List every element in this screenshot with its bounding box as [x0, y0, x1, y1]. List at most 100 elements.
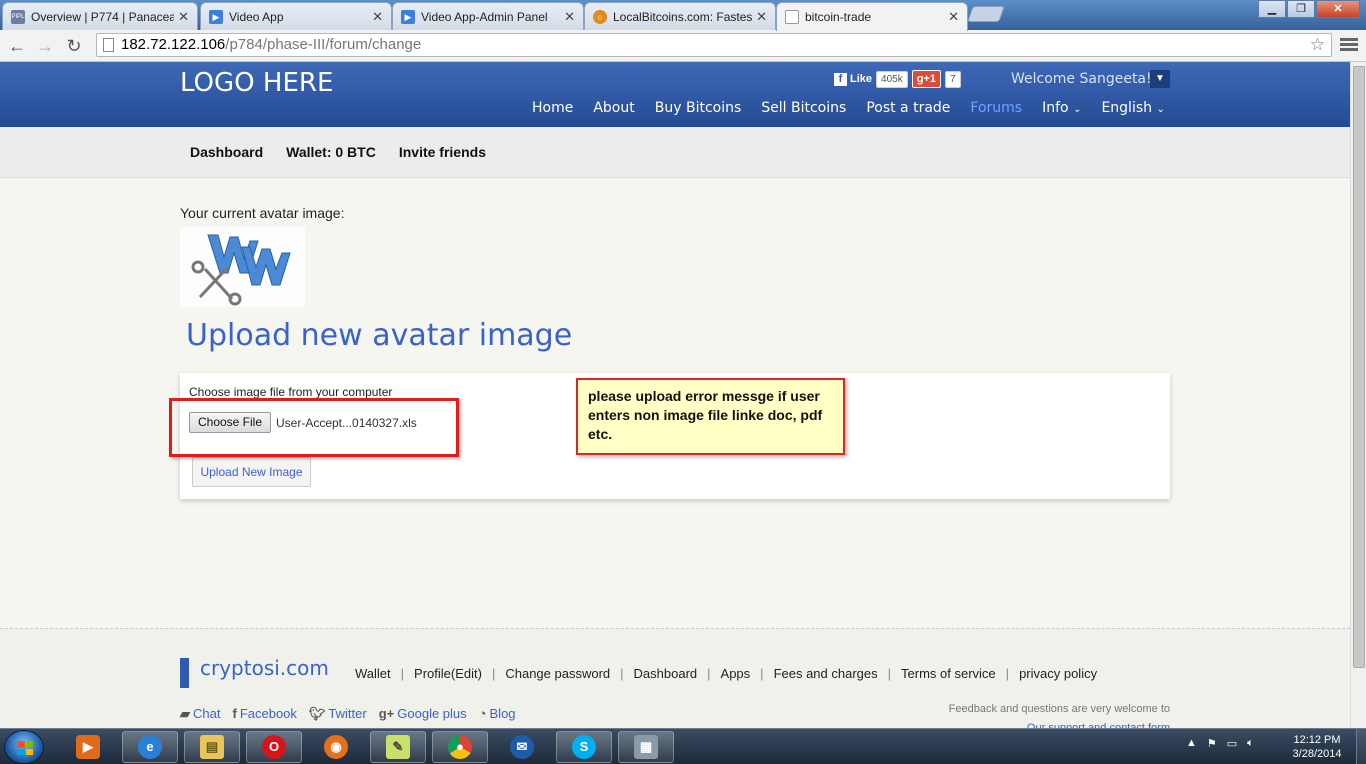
pipl-icon: PIPL [11, 9, 25, 24]
tab-localbitcoins[interactable]: ○ LocalBitcoins.com: Fastest ✕ [584, 2, 776, 30]
support-contact-link[interactable]: Our support and contact form [880, 719, 1170, 728]
maximize-button[interactable]: ❐ [1287, 0, 1315, 18]
internet-explorer-icon[interactable]: e [122, 731, 178, 763]
vertical-scrollbar[interactable] [1350, 62, 1366, 728]
user-menu-chevron-icon[interactable]: ▼ [1150, 70, 1170, 88]
footer-link-wallet[interactable]: Wallet [355, 666, 391, 681]
url-bar[interactable]: 182.72.122.106/p784/phase-III/forum/chan… [96, 33, 1332, 57]
twitter-label: Twitter [328, 706, 367, 721]
tab-video-app[interactable]: ▶ Video App ✕ [200, 2, 392, 30]
separator: | [760, 666, 764, 681]
www-tools-illustration [180, 227, 305, 307]
system-clock[interactable]: 12:12 PM 3/28/2014 [1288, 733, 1346, 761]
video-icon: ▶ [401, 9, 415, 24]
file-explorer-icon[interactable]: ▤ [184, 731, 240, 763]
bookmark-star-icon[interactable]: ☆ [1310, 34, 1325, 56]
footer-link-googleplus[interactable]: g+ Google plus [379, 706, 467, 722]
chat-icon: ▰ [180, 706, 190, 721]
footer-link-dashboard[interactable]: Dashboard [634, 666, 698, 681]
video-icon: ▶ [209, 9, 223, 24]
footer-link-profile[interactable]: Profile(Edit) [414, 666, 482, 681]
tab-video-admin[interactable]: ▶ Video App-Admin Panel ✕ [392, 2, 584, 30]
footer-link-twitter[interactable]: 🐦︎ Twitter [309, 706, 367, 722]
network-icon[interactable]: ▭ [1227, 737, 1237, 750]
avatar-label: Your current avatar image: [180, 205, 345, 221]
browser-menu-icon[interactable] [1340, 36, 1358, 54]
footer-link-fees[interactable]: Fees and charges [774, 666, 878, 681]
footer-links: Wallet | Profile(Edit) | Change password | … [355, 666, 1097, 681]
nav-home[interactable]: Home [532, 100, 573, 116]
close-icon[interactable]: ✕ [178, 9, 189, 25]
firefox-icon[interactable]: ◉ [308, 731, 364, 763]
facebook-icon: f [834, 72, 847, 86]
footer-link-apps[interactable]: Apps [721, 666, 751, 681]
separator: | [887, 666, 892, 681]
tab-bitcoin-trade[interactable]: bitcoin-trade ✕ [776, 2, 968, 31]
opera-icon[interactable]: O [246, 731, 302, 763]
footer-link-privacy[interactable]: privacy policy [1019, 666, 1097, 681]
annotation-highlight-box [169, 398, 459, 457]
back-arrow-icon[interactable]: ← [6, 35, 28, 57]
nav-forums[interactable]: Forums [970, 100, 1022, 116]
forward-arrow-icon[interactable]: → [34, 35, 56, 57]
page-icon [785, 10, 799, 24]
site-logo[interactable]: LOGO HERE [180, 68, 333, 98]
footer-link-facebook[interactable]: f Facebook [232, 706, 296, 722]
subnav-dashboard[interactable]: Dashboard [190, 144, 263, 160]
close-icon[interactable]: ✕ [564, 9, 575, 25]
feedback-line: Feedback and questions are very welcome … [948, 703, 1170, 715]
footer-brand[interactable]: cryptosi.com [200, 656, 329, 680]
action-center-icon[interactable]: ⚑ [1207, 737, 1217, 750]
facebook-like-button[interactable]: f Like [834, 72, 873, 86]
close-icon[interactable]: ✕ [948, 9, 959, 25]
subnav-invite-friends[interactable]: Invite friends [399, 144, 486, 160]
close-icon[interactable]: ✕ [756, 9, 767, 25]
footer-link-terms[interactable]: Terms of service [901, 666, 996, 681]
url-host: 182.72.122.106 [121, 36, 226, 53]
google-plus-button[interactable]: g+1 [911, 70, 941, 88]
tab-overview[interactable]: PIPL Overview | P774 | Panacea ✕ [2, 2, 198, 30]
subnav-wallet[interactable]: Wallet: 0 BTC [286, 144, 376, 160]
googleplus-icon: g+ [378, 706, 395, 721]
chrome-icon[interactable]: ● [432, 731, 488, 763]
start-button[interactable] [4, 730, 44, 764]
nav-post-a-trade[interactable]: Post a trade [866, 100, 950, 116]
volume-icon[interactable]: 🔈︎ [1247, 737, 1254, 750]
nav-buy-bitcoins[interactable]: Buy Bitcoins [655, 100, 742, 116]
footer-link-chat[interactable]: ▰ Chat [180, 706, 220, 722]
footer-link-change-password[interactable]: Change password [505, 666, 610, 681]
reload-icon[interactable]: ↻ [63, 35, 85, 57]
current-avatar-image [180, 227, 305, 307]
separator: | [707, 666, 711, 681]
nav-language[interactable]: English ⌄ [1101, 100, 1164, 116]
close-icon[interactable]: ✕ [372, 9, 383, 25]
scrollbar-thumb[interactable] [1353, 66, 1365, 668]
nav-sell-bitcoins[interactable]: Sell Bitcoins [761, 100, 846, 116]
notes-icon[interactable]: ✎ [370, 731, 426, 763]
choose-file-label: Choose image file from your computer [189, 385, 393, 399]
media-player-icon[interactable]: ▶ [60, 731, 116, 763]
footer-link-blog[interactable]: ◔ Blog [479, 706, 516, 722]
page-viewport: LOGO HERE f Like 405k g+1 7 Welcome Sang… [0, 62, 1350, 728]
googleplus-label: Google plus [397, 706, 467, 721]
tab-label: Overview | P774 | Panacea [31, 9, 175, 24]
footer-social-links: ▰ Chat f Facebook 🐦︎ Twitter g+ Google plus … [180, 706, 516, 722]
tray-expand-icon[interactable]: ▲ [1186, 737, 1197, 750]
fb-like-label: Like [850, 73, 873, 85]
windows-logo-icon [17, 741, 33, 755]
upload-new-image-button[interactable]: Upload New Image [192, 457, 311, 487]
minimize-button[interactable]: ▁ [1258, 0, 1286, 18]
nav-about[interactable]: About [593, 100, 634, 116]
tab-label: bitcoin-trade [805, 10, 872, 24]
thunderbird-icon[interactable]: ✉ [494, 731, 550, 763]
window-close-button[interactable]: ✕ [1316, 0, 1360, 18]
separator: | [1005, 666, 1010, 681]
tab-label: Video App-Admin Panel [421, 9, 548, 24]
nav-info[interactable]: Info ⌄ [1042, 100, 1081, 116]
new-tab-button[interactable] [967, 6, 1005, 22]
chevron-down-icon: ⌄ [1073, 104, 1082, 115]
show-desktop-button[interactable] [1356, 729, 1366, 764]
archive-icon[interactable]: ▦ [618, 731, 674, 763]
chat-label: Chat [193, 706, 221, 721]
skype-icon[interactable]: S [556, 731, 612, 763]
